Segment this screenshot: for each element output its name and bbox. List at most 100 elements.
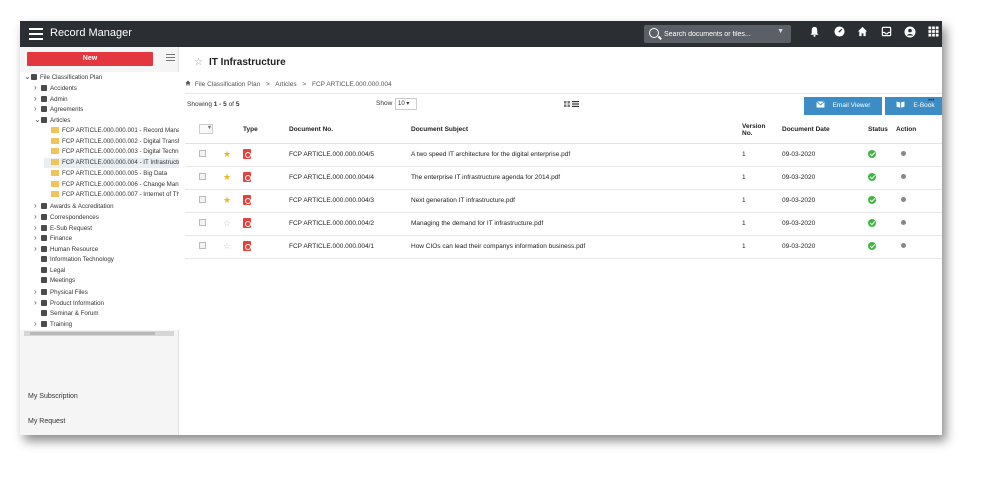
document-subject[interactable]: Managing the demand for IT infrastructur…: [411, 212, 742, 236]
table-row[interactable]: ★ FCP ARTICLE.000.000.004/4 The enterprise…: [185, 166, 942, 190]
page-size-select[interactable]: 10 ▾: [395, 98, 417, 110]
tree-item[interactable]: › Finance: [34, 233, 72, 243]
tree-item[interactable]: Legal: [34, 266, 65, 276]
row-checkbox[interactable]: [199, 242, 206, 249]
favourite-star-icon[interactable]: ★: [223, 149, 231, 159]
action-menu-icon[interactable]: [901, 174, 906, 179]
chevron-right-icon[interactable]: ›: [34, 201, 41, 211]
new-button[interactable]: New: [27, 52, 153, 66]
table-row[interactable]: ★ FCP ARTICLE.000.000.004/5 A two speed IT…: [185, 143, 942, 167]
chevron-right-icon[interactable]: ›: [34, 212, 41, 222]
tree-item[interactable]: › Product Information: [34, 298, 104, 308]
chevron-right-icon[interactable]: ›: [34, 233, 41, 243]
row-checkbox[interactable]: [199, 173, 206, 180]
breadcrumb-item[interactable]: Articles: [275, 81, 296, 88]
apps-grid-icon[interactable]: [925, 26, 941, 42]
chevron-right-icon[interactable]: ›: [34, 223, 41, 233]
col-version[interactable]: Version No.: [742, 117, 782, 144]
table-row[interactable]: ☆ FCP ARTICLE.000.000.004/2 Managing the d…: [185, 212, 942, 236]
favourite-star-icon[interactable]: ★: [223, 195, 231, 205]
tree-item[interactable]: › Accidents: [34, 83, 77, 93]
tree-item[interactable]: FCP ARTICLE.000.000.003 - Digital Techno: [44, 147, 179, 157]
chevron-down-icon[interactable]: ▼: [777, 28, 784, 35]
chevron-right-icon[interactable]: ›: [34, 244, 41, 254]
grid-view-icon[interactable]: [564, 101, 572, 109]
chevron-right-icon[interactable]: ›: [34, 319, 41, 329]
tree-item[interactable]: › Agreements: [34, 104, 83, 114]
document-subject[interactable]: Next generation IT infrastructure.pdf: [411, 189, 742, 213]
document-no[interactable]: FCP ARTICLE.000.000.004/2: [289, 212, 411, 236]
action-menu-icon[interactable]: [901, 220, 906, 225]
tree-scrollbar[interactable]: [24, 331, 174, 336]
filter-icon[interactable]: [166, 54, 175, 63]
tree-item[interactable]: Seminar & Forum: [34, 309, 98, 319]
dashboard-icon[interactable]: [831, 26, 847, 42]
tree-item[interactable]: FCP ARTICLE.000.000.005 - Big Data: [44, 169, 167, 179]
search-box[interactable]: ▼: [644, 25, 791, 43]
tree-item[interactable]: › Admin: [34, 94, 68, 104]
tree-item[interactable]: › Correspondences: [34, 212, 99, 222]
document-subject[interactable]: How CIOs can lead their companys informa…: [411, 235, 742, 259]
table-row[interactable]: ☆ FCP ARTICLE.000.000.004/1 How CIOs can l…: [185, 235, 942, 259]
row-checkbox[interactable]: [199, 196, 206, 203]
tree-item[interactable]: ⌄ File Classification Plan: [24, 72, 102, 82]
list-view-icon[interactable]: [571, 101, 579, 109]
home-icon[interactable]: [185, 80, 193, 88]
col-action[interactable]: Action: [896, 117, 942, 144]
favourite-star-icon[interactable]: ☆: [194, 57, 203, 68]
tree-item[interactable]: › E-Sub Request: [34, 223, 92, 233]
tree-item[interactable]: FCP ARTICLE.000.000.006 - Change Mana: [44, 180, 179, 190]
breadcrumb-item[interactable]: File Classification Plan: [195, 81, 260, 88]
document-subject[interactable]: The enterprise IT infrastructure agenda …: [411, 166, 742, 190]
action-menu-icon[interactable]: [901, 197, 906, 202]
favourite-star-icon[interactable]: ☆: [223, 218, 231, 228]
chevron-down-icon[interactable]: ⌄: [34, 115, 41, 125]
tree-item[interactable]: › Physical Files: [34, 287, 88, 297]
my-request-link[interactable]: My Request: [28, 418, 65, 425]
document-no[interactable]: FCP ARTICLE.000.000.004/5: [289, 143, 411, 167]
scrollbar-thumb[interactable]: [30, 332, 155, 335]
email-viewer-button[interactable]: Email Viewer: [804, 97, 882, 115]
more-options-icon[interactable]: •••: [928, 98, 934, 104]
col-status[interactable]: Status: [868, 117, 896, 144]
inbox-icon[interactable]: [878, 26, 894, 42]
col-document-no[interactable]: Document No.: [289, 117, 411, 144]
tree-item[interactable]: › Human Resource: [34, 244, 98, 254]
action-menu-icon[interactable]: [901, 151, 906, 156]
col-document-date[interactable]: Document Date: [782, 117, 868, 144]
document-subject[interactable]: A two speed IT architecture for the digi…: [411, 143, 742, 167]
home-icon[interactable]: [854, 26, 870, 42]
chevron-down-icon[interactable]: ⌄: [24, 72, 31, 82]
col-type[interactable]: Type: [243, 117, 289, 144]
chevron-right-icon[interactable]: ›: [34, 83, 41, 93]
tree-item[interactable]: FCP ARTICLE.000.000.002 - Digital Transf…: [44, 137, 179, 147]
document-no[interactable]: FCP ARTICLE.000.000.004/4: [289, 166, 411, 190]
chevron-right-icon[interactable]: ›: [34, 298, 41, 308]
tree-item[interactable]: › Awards & Accreditation: [34, 201, 114, 211]
tree-item[interactable]: FCP ARTICLE.000.000.007 - Internet of Th…: [44, 190, 179, 200]
tree-item[interactable]: › Training: [34, 319, 72, 329]
document-no[interactable]: FCP ARTICLE.000.000.004/1: [289, 235, 411, 259]
user-icon[interactable]: [902, 26, 918, 42]
row-checkbox[interactable]: [199, 150, 206, 157]
action-menu-icon[interactable]: [901, 243, 906, 248]
tree-item[interactable]: FCP ARTICLE.000.000.001 - Record Manag: [44, 126, 179, 136]
menu-icon[interactable]: [29, 28, 43, 40]
tree-item[interactable]: FCP ARTICLE.000.000.004 - IT Infrastruct…: [44, 158, 179, 168]
tree-item[interactable]: Information Technology: [34, 255, 114, 265]
search-input[interactable]: [664, 27, 774, 41]
table-row[interactable]: ★ FCP ARTICLE.000.000.004/3 Next generatio…: [185, 189, 942, 213]
chevron-right-icon[interactable]: ›: [34, 287, 41, 297]
chevron-right-icon[interactable]: ›: [34, 94, 41, 104]
bell-icon[interactable]: [806, 26, 822, 42]
tree-item[interactable]: Meetings: [34, 276, 75, 286]
select-all-checkbox[interactable]: [199, 123, 213, 134]
my-subscription-link[interactable]: My Subscription: [28, 393, 78, 400]
chevron-right-icon[interactable]: ›: [34, 104, 41, 114]
row-checkbox[interactable]: [199, 219, 206, 226]
favourite-star-icon[interactable]: ☆: [223, 241, 231, 251]
document-no[interactable]: FCP ARTICLE.000.000.004/3: [289, 189, 411, 213]
col-document-subject[interactable]: Document Subject: [411, 117, 742, 144]
favourite-star-icon[interactable]: ★: [223, 172, 231, 182]
tree-item[interactable]: ⌄ Articles: [34, 115, 70, 125]
